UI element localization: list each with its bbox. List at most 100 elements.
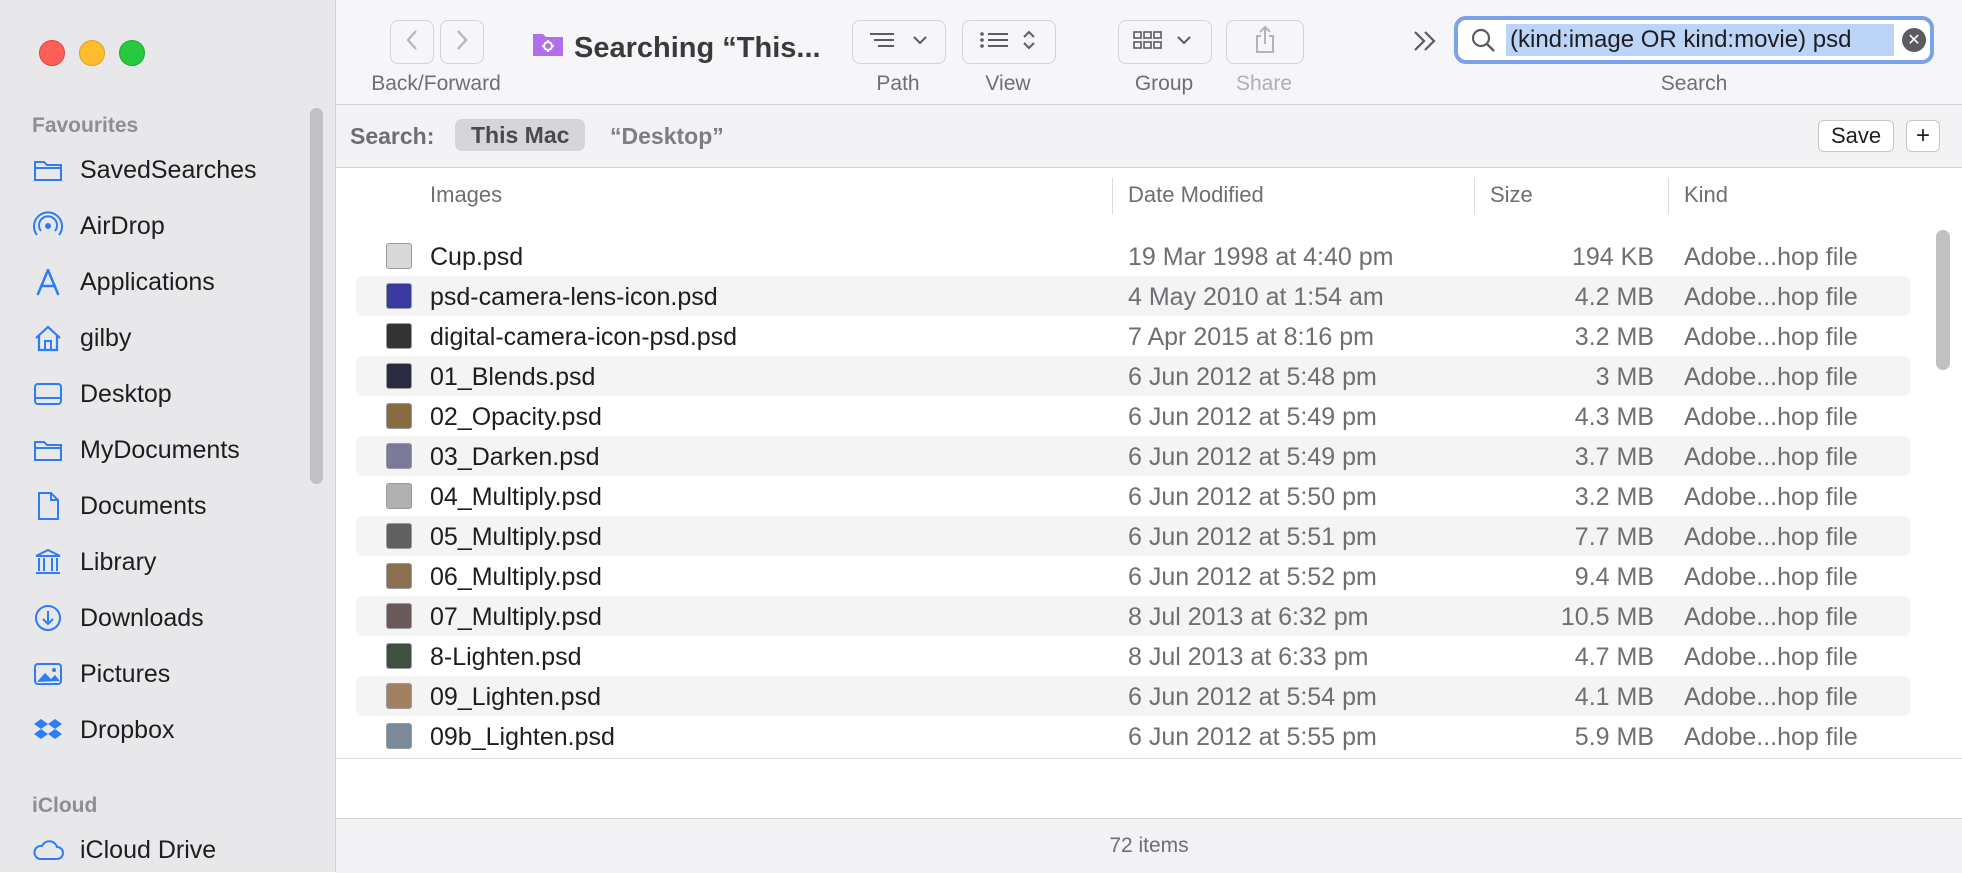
close-window-button[interactable] bbox=[39, 40, 65, 66]
desktop-icon bbox=[32, 378, 64, 410]
back-button[interactable] bbox=[390, 20, 434, 64]
sidebar-item-dropbox[interactable]: Dropbox bbox=[32, 708, 312, 752]
table-row[interactable]: 03_Darken.psd 6 Jun 2012 at 5:49 pm 3.7 MB… bbox=[356, 436, 1910, 476]
column-header-size[interactable]: Size bbox=[1490, 182, 1533, 208]
table-row[interactable]: Cup.psd 19 Mar 1998 at 4:40 pm 194 KB Adobe… bbox=[356, 236, 1910, 276]
clear-search-icon[interactable]: ✕ bbox=[1902, 28, 1926, 52]
folder-icon bbox=[32, 154, 64, 186]
file-kind: Adobe...hop file bbox=[1684, 363, 1858, 391]
search-scope-bar: Search: This Mac “Desktop” Save + bbox=[336, 105, 1962, 168]
table-row[interactable]: 09_Lighten.psd 6 Jun 2012 at 5:54 pm 4.1 M… bbox=[356, 676, 1910, 716]
sidebar-item-icloud-drive[interactable]: iCloud Drive bbox=[32, 828, 312, 872]
sidebar-item-pictures[interactable]: Pictures bbox=[32, 652, 312, 696]
psd-file-icon bbox=[386, 523, 412, 549]
chevron-right-icon bbox=[454, 28, 470, 57]
date-modified: 6 Jun 2012 at 5:48 pm bbox=[1128, 363, 1377, 391]
sidebar-item-airdrop[interactable]: AirDrop bbox=[32, 204, 312, 248]
column-header-name[interactable]: Images bbox=[430, 182, 502, 208]
file-kind: Adobe...hop file bbox=[1684, 483, 1858, 511]
path-button[interactable] bbox=[852, 20, 946, 64]
table-row[interactable]: 8-Lighten.psd 8 Jul 2013 at 6:33 pm 4.7 MB… bbox=[356, 636, 1910, 676]
file-name: 09b_Lighten.psd bbox=[430, 723, 615, 751]
list-view-icon bbox=[974, 27, 1044, 58]
path-caption: Path bbox=[876, 72, 920, 95]
table-row[interactable]: 09b_Lighten.psd 6 Jun 2012 at 5:55 pm 5.9 … bbox=[356, 716, 1910, 756]
group-button[interactable] bbox=[1118, 20, 1212, 64]
column-separator[interactable] bbox=[1112, 178, 1113, 214]
sidebar-item-mydocuments[interactable]: MyDocuments bbox=[32, 428, 312, 472]
file-kind: Adobe...hop file bbox=[1684, 283, 1858, 311]
psd-file-icon bbox=[386, 683, 412, 709]
status-bar: 72 items bbox=[336, 818, 1962, 873]
share-button[interactable] bbox=[1226, 20, 1304, 64]
column-header-date[interactable]: Date Modified bbox=[1128, 182, 1264, 208]
file-name: digital-camera-icon-psd.psd bbox=[430, 323, 738, 351]
scope-this-mac-button[interactable]: This Mac bbox=[455, 119, 586, 151]
file-name: 8-Lighten.psd bbox=[430, 643, 582, 671]
psd-file-icon bbox=[386, 323, 412, 349]
file-name: 04_Multiply.psd bbox=[430, 483, 602, 511]
file-kind: Adobe...hop file bbox=[1684, 523, 1858, 551]
more-toolbar-items-button[interactable] bbox=[1410, 28, 1440, 59]
add-criteria-button[interactable]: + bbox=[1906, 120, 1940, 152]
column-separator[interactable] bbox=[1474, 178, 1475, 214]
table-row[interactable]: 04_Multiply.psd 6 Jun 2012 at 5:50 pm 3.2 … bbox=[356, 476, 1910, 516]
favourites-heading: Favourites bbox=[32, 114, 139, 137]
search-scope-label: Search: bbox=[350, 123, 435, 149]
sidebar-item-gilby[interactable]: gilby bbox=[32, 316, 312, 360]
psd-file-icon bbox=[386, 563, 412, 589]
folder-icon bbox=[32, 434, 64, 466]
column-header-kind[interactable]: Kind bbox=[1684, 182, 1728, 208]
table-row[interactable]: 07_Multiply.psd 8 Jul 2013 at 6:32 pm 10.5… bbox=[356, 596, 1910, 636]
table-row[interactable]: psd-camera-lens-icon.psd 4 May 2010 at 1:… bbox=[356, 276, 1910, 316]
psd-file-icon bbox=[386, 603, 412, 629]
cloud-icon bbox=[32, 834, 64, 866]
file-size: 10.5 MB bbox=[1560, 603, 1654, 631]
date-modified: 6 Jun 2012 at 5:52 pm bbox=[1128, 563, 1377, 591]
double-chevron-right-icon bbox=[1410, 31, 1440, 58]
sidebar-item-library[interactable]: Library bbox=[32, 540, 312, 584]
sidebar-item-label: Dropbox bbox=[80, 715, 175, 744]
window-title: Searching “This... bbox=[532, 30, 821, 66]
file-list-scrollbar[interactable] bbox=[1936, 230, 1950, 370]
share-icon bbox=[1253, 25, 1277, 60]
sidebar-item-desktop[interactable]: Desktop bbox=[32, 372, 312, 416]
file-size: 3.7 MB bbox=[1574, 443, 1654, 471]
search-field[interactable]: ✕ bbox=[1454, 16, 1934, 64]
chevron-left-icon bbox=[404, 28, 420, 57]
file-kind: Adobe...hop file bbox=[1684, 403, 1858, 431]
sidebar: Favourites SavedSearches AirDrop Applica… bbox=[0, 0, 336, 872]
sidebar-item-documents[interactable]: Documents bbox=[32, 484, 312, 528]
psd-file-icon bbox=[386, 403, 412, 429]
column-separator[interactable] bbox=[1668, 178, 1669, 214]
sidebar-item-label: MyDocuments bbox=[80, 435, 240, 464]
airdrop-icon bbox=[32, 210, 64, 242]
file-name: 06_Multiply.psd bbox=[430, 563, 602, 591]
file-kind: Adobe...hop file bbox=[1684, 643, 1858, 671]
library-icon bbox=[32, 546, 64, 578]
file-size: 4.1 MB bbox=[1574, 683, 1654, 711]
minimize-window-button[interactable] bbox=[79, 40, 105, 66]
table-row[interactable]: digital-camera-icon-psd.psd 7 Apr 2015 at… bbox=[356, 316, 1910, 356]
scope-desktop-button[interactable]: “Desktop” bbox=[610, 123, 724, 150]
sidebar-item-downloads[interactable]: Downloads bbox=[32, 596, 312, 640]
zoom-window-button[interactable] bbox=[119, 40, 145, 66]
view-caption: View bbox=[985, 72, 1031, 95]
sidebar-item-applications[interactable]: Applications bbox=[32, 260, 312, 304]
window-title-text: Searching “This... bbox=[574, 31, 821, 64]
table-row[interactable]: 05_Multiply.psd 6 Jun 2012 at 5:51 pm 7.7 … bbox=[356, 516, 1910, 556]
sidebar-scrollbar[interactable] bbox=[310, 108, 323, 484]
view-button[interactable] bbox=[962, 20, 1056, 64]
forward-button[interactable] bbox=[440, 20, 484, 64]
table-row[interactable]: 02_Opacity.psd 6 Jun 2012 at 5:49 pm 4.3 M… bbox=[356, 396, 1910, 436]
file-kind: Adobe...hop file bbox=[1684, 443, 1858, 471]
file-name: Cup.psd bbox=[430, 243, 524, 271]
sidebar-item-savedsearches[interactable]: SavedSearches bbox=[32, 148, 312, 192]
date-modified: 4 May 2010 at 1:54 am bbox=[1128, 283, 1384, 311]
table-row[interactable]: 06_Multiply.psd 6 Jun 2012 at 5:52 pm 9.4 … bbox=[356, 556, 1910, 596]
save-search-button[interactable]: Save bbox=[1818, 120, 1895, 152]
search-input[interactable] bbox=[1506, 24, 1894, 56]
date-modified: 19 Mar 1998 at 4:40 pm bbox=[1128, 243, 1394, 271]
sidebar-item-label: SavedSearches bbox=[80, 155, 257, 184]
table-row[interactable]: 01_Blends.psd 6 Jun 2012 at 5:48 pm 3 MB Ad… bbox=[356, 356, 1910, 396]
